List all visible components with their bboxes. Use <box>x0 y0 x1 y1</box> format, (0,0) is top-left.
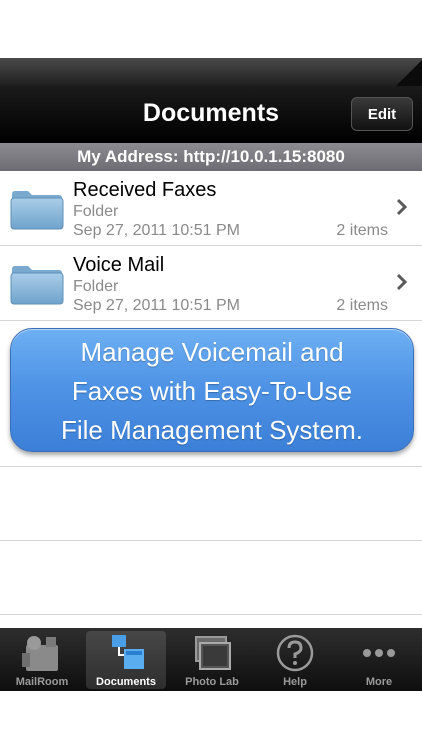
tab-more[interactable]: More <box>339 631 419 689</box>
tab-help[interactable]: Help <box>255 631 335 689</box>
file-name: Received Faxes <box>73 179 217 201</box>
row-divider <box>0 466 422 467</box>
address-bar: My Address: http://10.0.1.15:8080 <box>0 143 422 171</box>
folder-icon <box>10 266 64 305</box>
file-date: Sep 27, 2011 10:51 PM <box>73 297 240 314</box>
chevron-right-icon <box>396 273 408 291</box>
row-divider <box>0 614 422 615</box>
list-item-voice-mail[interactable]: Voice Mail Folder Sep 27, 2011 10:51 PM … <box>0 246 422 321</box>
row-divider <box>0 540 422 541</box>
tab-photo-lab[interactable]: Photo Lab <box>172 631 252 689</box>
promo-line: File Management System. <box>60 415 363 445</box>
item-count: 2 items <box>336 222 388 239</box>
help-icon <box>276 634 314 672</box>
tab-bar: MailRoom Documents Photo Lab Help More <box>0 628 422 691</box>
tab-label: Documents <box>96 676 156 688</box>
mailroom-icon <box>22 636 58 671</box>
file-kind: Folder <box>73 203 119 220</box>
tab-label: Photo Lab <box>185 676 239 688</box>
tab-label: Help <box>283 676 307 688</box>
status-strip <box>0 58 422 86</box>
more-icon <box>363 649 395 657</box>
edit-button[interactable]: Edit <box>351 97 413 131</box>
documents-icon <box>112 635 144 669</box>
promo-line: Faxes with Easy-To-Use <box>71 376 353 406</box>
file-kind: Folder <box>73 278 119 295</box>
folder-icon <box>10 191 64 230</box>
promo-banner: Manage Voicemail and Faxes with Easy-To-… <box>10 328 414 452</box>
tab-mailroom[interactable]: MailRoom <box>2 631 82 689</box>
tab-label: MailRoom <box>15 676 69 688</box>
item-count: 2 items <box>336 297 388 314</box>
tab-label: More <box>365 676 393 688</box>
chevron-right-icon <box>396 198 408 216</box>
tab-documents[interactable]: Documents <box>86 631 166 689</box>
photo-lab-icon <box>195 636 231 670</box>
navigation-bar: Documents Edit <box>0 86 422 143</box>
promo-line: Manage Voicemail and <box>80 337 344 367</box>
list-item-received-faxes[interactable]: Received Faxes Folder Sep 27, 2011 10:51… <box>0 171 422 246</box>
file-list: Received Faxes Folder Sep 27, 2011 10:51… <box>0 171 422 321</box>
page-curl-corner <box>396 58 422 86</box>
file-name: Voice Mail <box>73 254 165 276</box>
file-date: Sep 27, 2011 10:51 PM <box>73 222 240 239</box>
